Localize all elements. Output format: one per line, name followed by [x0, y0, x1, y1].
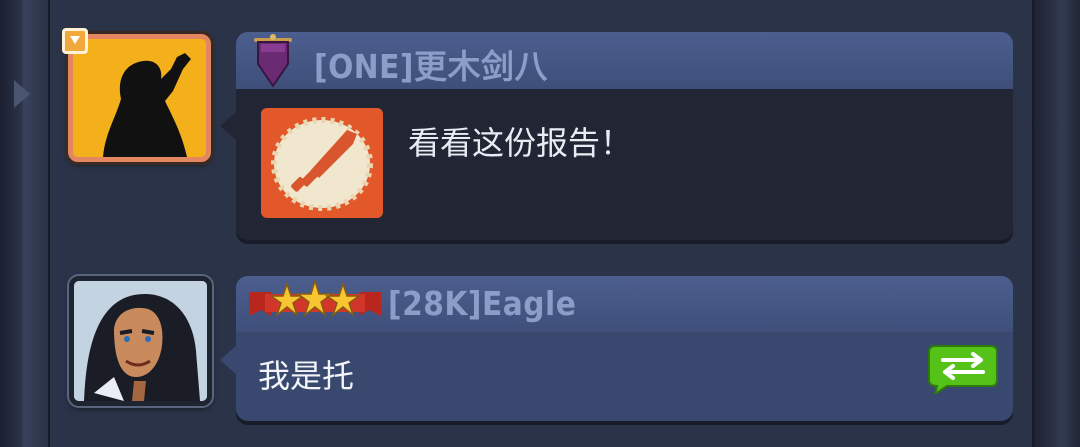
bubble-tail — [220, 112, 236, 140]
left-rail — [0, 0, 50, 447]
collapse-arrow-icon[interactable] — [14, 80, 30, 108]
message-text: 我是托 — [258, 357, 355, 395]
message-bubble: [28K]Eagle 我是托 — [220, 276, 1013, 421]
message-bubble: [ONE]更木剑八 看看这份报告！ — [220, 32, 1013, 240]
message-text: 看看这份报告！ — [408, 124, 633, 162]
scrollbar[interactable] — [1032, 0, 1080, 447]
hero-portrait-icon — [74, 281, 207, 401]
sender-name[interactable]: [28K]Eagle — [388, 284, 576, 323]
sword-report-icon[interactable] — [261, 108, 383, 218]
sender-name[interactable]: [ONE]更木剑八 — [314, 40, 548, 88]
shadow-silhouette-icon — [103, 53, 191, 157]
translate-arrows-icon — [928, 345, 998, 397]
message-header: [ONE]更木剑八 — [236, 32, 1013, 89]
avatar[interactable] — [68, 34, 211, 162]
bookmark-icon — [62, 28, 88, 54]
translate-button[interactable] — [927, 344, 999, 397]
message-header: [28K]Eagle — [236, 276, 1013, 332]
three-star-banner-icon — [249, 280, 381, 318]
purple-pennant-icon — [254, 34, 292, 88]
avatar[interactable] — [69, 276, 212, 406]
bubble-tail — [220, 346, 236, 374]
